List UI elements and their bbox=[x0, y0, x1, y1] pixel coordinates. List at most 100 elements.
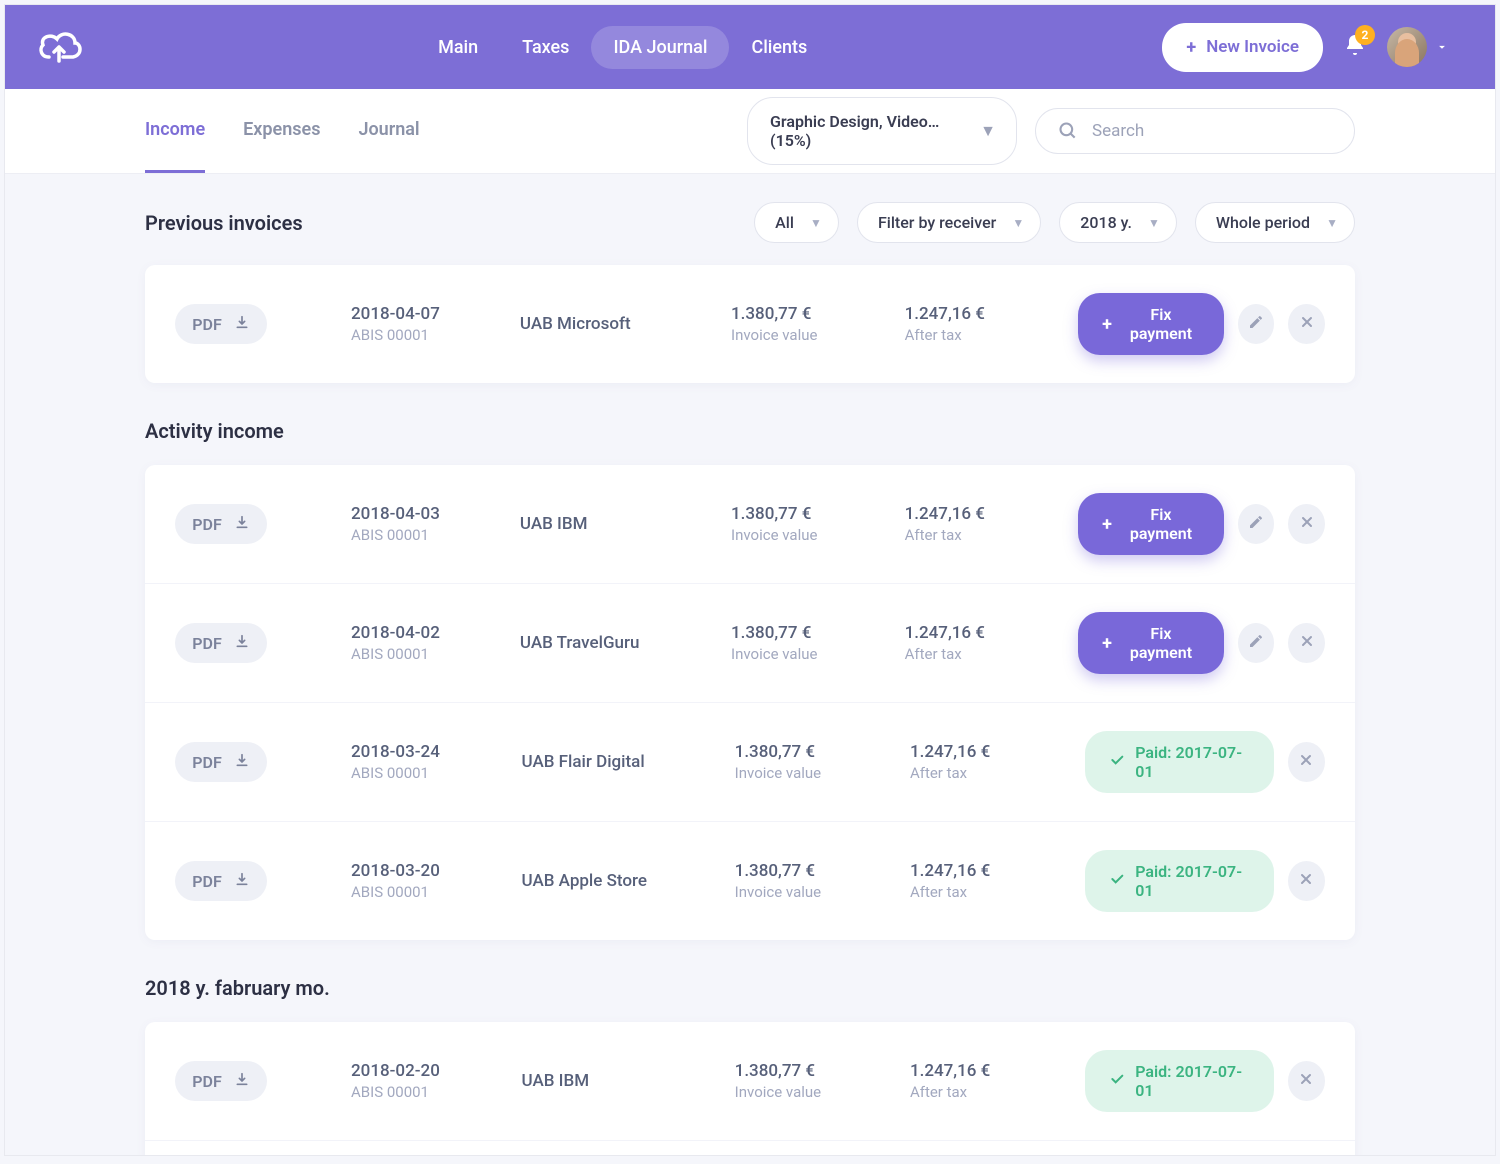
invoice-code: ABIS 00001 bbox=[351, 764, 522, 782]
invoice-row: PDF 2018-04-07 ABIS 00001 UAB Microsoft … bbox=[145, 265, 1355, 383]
invoice-client: UAB IBM bbox=[520, 514, 731, 534]
after-tax-label: After tax bbox=[905, 326, 1079, 344]
delete-button[interactable] bbox=[1288, 1061, 1325, 1101]
section-title: Previous invoices bbox=[145, 211, 303, 235]
invoice-value-label: Invoice value bbox=[731, 526, 905, 544]
after-tax-label: After tax bbox=[905, 645, 1079, 663]
edit-button[interactable] bbox=[1238, 504, 1275, 544]
fix-payment-button[interactable]: +Fix payment bbox=[1078, 612, 1224, 674]
paid-pill: Paid: 2017-07-01 bbox=[1085, 850, 1274, 912]
new-invoice-button[interactable]: + New Invoice bbox=[1162, 23, 1323, 72]
pdf-download-button[interactable]: PDF bbox=[175, 623, 267, 663]
main-nav: MainTaxesIDA JournalClients bbox=[416, 26, 829, 69]
delete-button[interactable] bbox=[1288, 861, 1325, 901]
search-input[interactable] bbox=[1092, 121, 1332, 141]
search-wrap bbox=[1035, 108, 1355, 154]
invoice-card: PDF 2018-02-20 ABIS 00001 UAB IBM 1.380,… bbox=[145, 1022, 1355, 1155]
section-header: 2018 y. fabruary mo. bbox=[145, 976, 1355, 1000]
pdf-label: PDF bbox=[192, 634, 221, 653]
fix-payment-button[interactable]: +Fix payment bbox=[1078, 293, 1224, 355]
sub-tab[interactable]: Income bbox=[145, 89, 205, 173]
pdf-download-button[interactable]: PDF bbox=[175, 304, 267, 344]
plus-icon: + bbox=[1102, 633, 1112, 654]
col-after-tax: 1.247,16 € After tax bbox=[905, 623, 1079, 663]
invoice-date: 2018-04-03 bbox=[351, 504, 520, 524]
col-date: 2018-03-24 ABIS 00001 bbox=[351, 742, 522, 782]
year-filter[interactable]: 2018 y.▼ bbox=[1059, 202, 1177, 243]
category-select[interactable]: Graphic Design, Video…(15%) ▼ bbox=[747, 97, 1017, 165]
delete-button[interactable] bbox=[1288, 623, 1325, 663]
pdf-label: PDF bbox=[192, 753, 221, 772]
paid-label: Paid: 2017-07-01 bbox=[1135, 1062, 1250, 1100]
col-invoice-value: 1.380,77 € Invoice value bbox=[731, 504, 905, 544]
check-icon bbox=[1109, 1071, 1125, 1091]
check-icon bbox=[1109, 871, 1125, 891]
caret-down-icon: ▼ bbox=[980, 121, 996, 141]
nav-item[interactable]: Clients bbox=[729, 26, 829, 69]
fix-payment-button[interactable]: +Fix payment bbox=[1078, 493, 1224, 555]
section-header: Activity income bbox=[145, 419, 1355, 443]
col-date: 2018-03-20 ABIS 00001 bbox=[351, 861, 522, 901]
delete-button[interactable] bbox=[1288, 304, 1325, 344]
download-icon bbox=[234, 1071, 250, 1091]
paid-pill: Paid: 2017-07-01 bbox=[1085, 1050, 1274, 1112]
download-icon bbox=[234, 871, 250, 891]
edit-button[interactable] bbox=[1238, 623, 1275, 663]
col-date: 2018-02-20 ABIS 00001 bbox=[351, 1061, 522, 1101]
category-label: Graphic Design, Video…(15%) bbox=[770, 112, 939, 150]
nav-item[interactable]: Main bbox=[416, 26, 500, 69]
after-tax-amount: 1.247,16 € bbox=[910, 1061, 1085, 1081]
pdf-download-button[interactable]: PDF bbox=[175, 504, 267, 544]
col-invoice-value: 1.380,77 € Invoice value bbox=[735, 742, 910, 782]
section-title: Activity income bbox=[145, 419, 284, 443]
filter-label: All bbox=[775, 213, 794, 232]
invoice-amount: 1.380,77 € bbox=[731, 504, 905, 524]
col-invoice-value: 1.380,77 € Invoice value bbox=[735, 861, 910, 901]
invoice-card: PDF 2018-04-03 ABIS 00001 UAB IBM 1.380,… bbox=[145, 465, 1355, 940]
row-actions: Paid: 2017-07-01 bbox=[1085, 731, 1325, 793]
invoice-date: 2018-02-20 bbox=[351, 1061, 522, 1081]
status-filter[interactable]: All▼ bbox=[754, 202, 839, 243]
user-menu[interactable] bbox=[1387, 27, 1449, 67]
close-icon bbox=[1298, 1071, 1314, 1091]
sub-tab[interactable]: Journal bbox=[358, 89, 419, 173]
nav-item[interactable]: Taxes bbox=[500, 26, 591, 69]
invoice-code: ABIS 00001 bbox=[351, 1083, 522, 1101]
pdf-download-button[interactable]: PDF bbox=[175, 742, 267, 782]
sub-tab[interactable]: Expenses bbox=[243, 89, 320, 173]
after-tax-label: After tax bbox=[910, 764, 1085, 782]
pdf-label: PDF bbox=[192, 515, 221, 534]
invoice-code: ABIS 00001 bbox=[351, 883, 522, 901]
row-actions: +Fix payment bbox=[1078, 612, 1325, 674]
pdf-download-button[interactable]: PDF bbox=[175, 1061, 267, 1101]
new-invoice-label: New Invoice bbox=[1206, 37, 1299, 57]
close-icon bbox=[1299, 314, 1315, 334]
download-icon bbox=[234, 752, 250, 772]
chevron-down-icon bbox=[1435, 40, 1449, 54]
delete-button[interactable] bbox=[1288, 742, 1325, 782]
receiver-filter[interactable]: Filter by receiver▼ bbox=[857, 202, 1041, 243]
caret-down-icon: ▼ bbox=[1012, 216, 1024, 230]
avatar bbox=[1387, 27, 1427, 67]
after-tax-label: After tax bbox=[910, 1083, 1085, 1101]
col-after-tax: 1.247,16 € After tax bbox=[910, 742, 1085, 782]
pdf-download-button[interactable]: PDF bbox=[175, 861, 267, 901]
paid-label: Paid: 2017-07-01 bbox=[1135, 743, 1250, 781]
nav-item[interactable]: IDA Journal bbox=[591, 26, 729, 69]
after-tax-amount: 1.247,16 € bbox=[905, 304, 1079, 324]
period-filter[interactable]: Whole period▼ bbox=[1195, 202, 1355, 243]
col-invoice-value: 1.380,77 € Invoice value bbox=[731, 304, 905, 344]
invoice-value-label: Invoice value bbox=[735, 764, 910, 782]
invoice-value-label: Invoice value bbox=[731, 326, 905, 344]
delete-button[interactable] bbox=[1288, 504, 1325, 544]
paid-pill: Paid: 2017-07-01 bbox=[1085, 731, 1274, 793]
pencil-icon bbox=[1248, 514, 1264, 534]
col-after-tax: 1.247,16 € After tax bbox=[910, 1061, 1085, 1101]
invoice-date: 2018-04-07 bbox=[351, 304, 520, 324]
section-title: 2018 y. fabruary mo. bbox=[145, 976, 330, 1000]
sub-header: Income Expenses Journal Graphic Design, Vi… bbox=[5, 89, 1495, 174]
notifications-button[interactable]: 2 bbox=[1343, 33, 1367, 61]
invoice-date: 2018-03-24 bbox=[351, 742, 522, 762]
after-tax-amount: 1.247,16 € bbox=[905, 504, 1079, 524]
edit-button[interactable] bbox=[1238, 304, 1275, 344]
